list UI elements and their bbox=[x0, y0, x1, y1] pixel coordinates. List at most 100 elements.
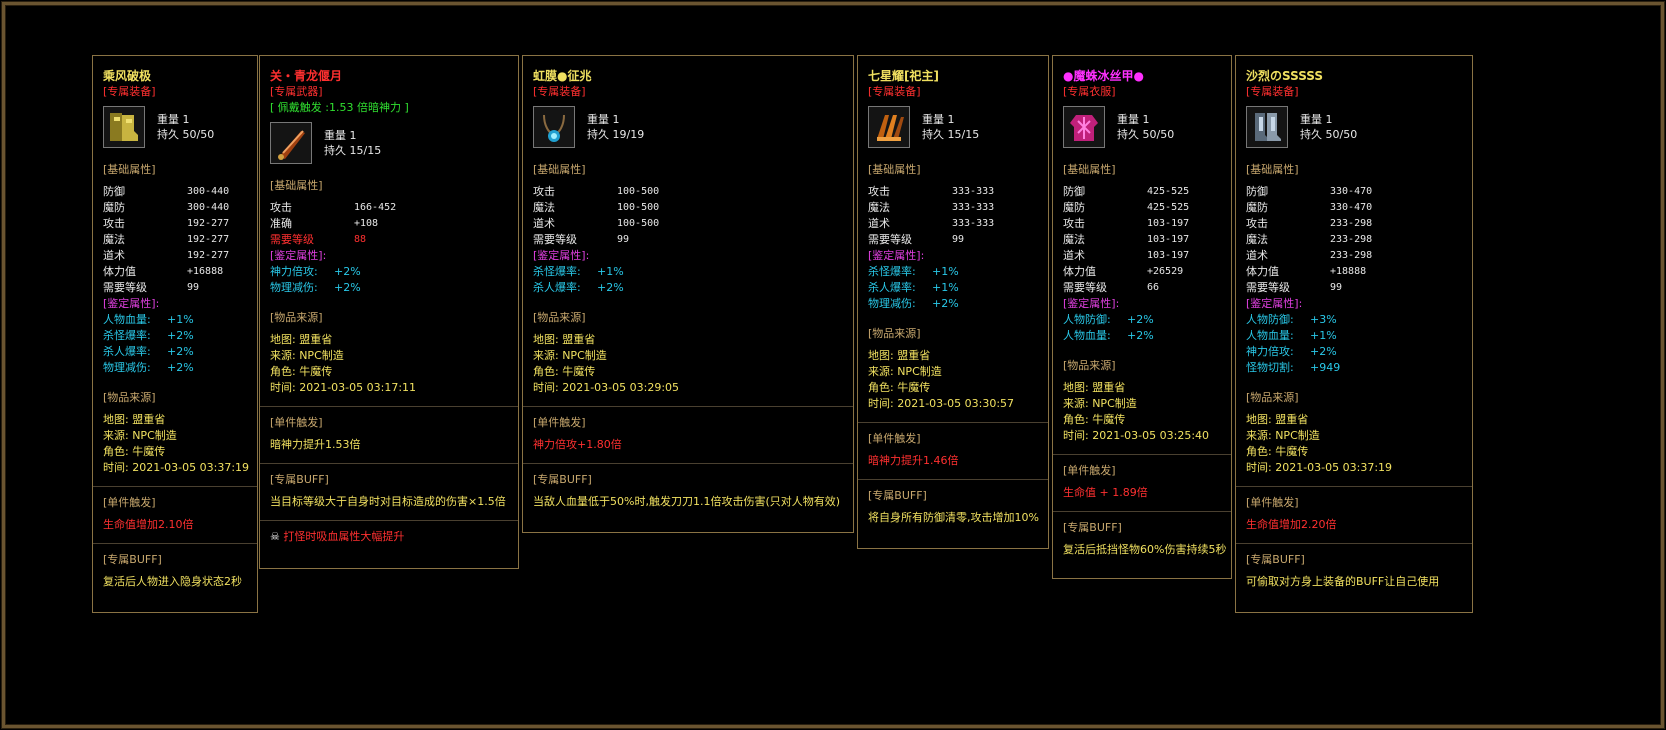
stat-value: 330-470 bbox=[1330, 202, 1373, 213]
boots-icon[interactable] bbox=[103, 106, 145, 148]
source-line: 来源: NPC制造 bbox=[1063, 397, 1137, 410]
source-line: 来源: NPC制造 bbox=[533, 349, 607, 362]
base-attr-label: [基础属性] bbox=[270, 179, 323, 192]
stat-key: 道术 bbox=[533, 217, 555, 230]
stat-value: 103-197 bbox=[1147, 250, 1190, 261]
item-card-5: ●魔蛛冰丝甲● [专属衣服] 重量 1 持久 50/50 [基础属性] 防御 42… bbox=[1052, 55, 1232, 579]
buff-text: 复活后人物进入隐身状态2秒 bbox=[103, 575, 242, 588]
greaves-icon[interactable] bbox=[1246, 106, 1288, 148]
stat-value: +26529 bbox=[1147, 266, 1184, 277]
item-title: 乘风破极 bbox=[103, 69, 152, 83]
divider bbox=[858, 479, 1048, 480]
source-line: 角色: 牛魔传 bbox=[533, 365, 596, 378]
source-line: 角色: 牛魔传 bbox=[103, 445, 166, 458]
source-label: [物品来源] bbox=[1063, 359, 1116, 372]
stat-list: 防御 300-440 魔防 300-440 攻击 192-277 魔法 192-277 … bbox=[103, 184, 247, 296]
ident-key: 物理减伤: bbox=[868, 297, 916, 310]
stat-value: 192-277 bbox=[187, 218, 230, 229]
ident-label: [鉴定属性]: bbox=[1246, 297, 1303, 310]
item-title: 七星耀[祀主] bbox=[868, 69, 939, 83]
ident-key: 怪物切割: bbox=[1246, 361, 1294, 374]
stat-value: 192-277 bbox=[187, 234, 230, 245]
buff-text: 可偷取对方身上装备的BUFF让自己使用 bbox=[1246, 575, 1440, 588]
blade-icon[interactable] bbox=[270, 122, 312, 164]
ident-key: 人物血量: bbox=[1246, 329, 1294, 342]
stat-value: 166-452 bbox=[354, 202, 397, 213]
item-weight: 重量 1 bbox=[1300, 113, 1333, 126]
stat-key: 准确 bbox=[270, 217, 292, 230]
item-durability: 持久 50/50 bbox=[157, 128, 215, 141]
source-line: 时间: 2021-03-05 03:37:19 bbox=[103, 461, 250, 474]
base-attr-label: [基础属性] bbox=[103, 163, 156, 176]
stat-key: 道术 bbox=[103, 249, 125, 262]
ident-key: 杀人爆率: bbox=[868, 281, 916, 294]
stat-key: 需要等级 bbox=[270, 233, 314, 246]
stat-value: +108 bbox=[354, 218, 379, 229]
ident-key: 人物血量: bbox=[103, 313, 151, 326]
stat-key: 攻击 bbox=[103, 217, 125, 230]
stat-key: 攻击 bbox=[1063, 217, 1085, 230]
source-label: [物品来源] bbox=[1246, 391, 1299, 404]
stat-key: 魔防 bbox=[1246, 201, 1268, 214]
stat-value: 103-197 bbox=[1147, 234, 1190, 245]
stat-key: 体力值 bbox=[1063, 265, 1096, 278]
stat-value: 100-500 bbox=[617, 186, 660, 197]
wear-trigger: [ 佩戴触发 :1.53 倍暗神力 ] bbox=[270, 101, 409, 114]
buff-text: 将自身所有防御清零,攻击增加10% bbox=[868, 511, 1039, 524]
stat-key: 道术 bbox=[1246, 249, 1268, 262]
stat-value: 100-500 bbox=[617, 218, 660, 229]
item-tag: [专属武器] bbox=[270, 85, 323, 98]
buff-text: 当目标等级大于自身时对目标造成的伤害×1.5倍 bbox=[270, 495, 506, 508]
buff-label: [专属BUFF] bbox=[103, 553, 162, 566]
divider bbox=[858, 422, 1048, 423]
buff-label: [专属BUFF] bbox=[533, 473, 592, 486]
item-weight: 重量 1 bbox=[324, 129, 357, 142]
ident-label: [鉴定属性]: bbox=[533, 249, 590, 262]
ident-label: [鉴定属性]: bbox=[1063, 297, 1120, 310]
source-line: 地图: 盟重省 bbox=[1246, 413, 1309, 426]
source-line: 角色: 牛魔传 bbox=[270, 365, 333, 378]
item-durability: 持久 15/15 bbox=[922, 128, 980, 141]
stat-key: 需要等级 bbox=[1246, 281, 1290, 294]
ident-value: +949 bbox=[1310, 361, 1341, 374]
divider bbox=[523, 406, 853, 407]
gauntlet-icon[interactable] bbox=[868, 106, 910, 148]
item-durability: 持久 50/50 bbox=[1300, 128, 1358, 141]
stat-value: 233-298 bbox=[1330, 250, 1373, 261]
source-line: 角色: 牛魔传 bbox=[1246, 445, 1309, 458]
stat-key: 魔法 bbox=[868, 201, 890, 214]
ident-key: 神力倍攻: bbox=[270, 265, 318, 278]
divider bbox=[1053, 454, 1231, 455]
ident-key: 人物防御: bbox=[1246, 313, 1294, 326]
item-title: 沙烈のSSSSS bbox=[1246, 69, 1324, 83]
armor-icon[interactable] bbox=[1063, 106, 1105, 148]
source-line: 时间: 2021-03-05 03:17:11 bbox=[270, 381, 417, 394]
ident-value: +2% bbox=[1310, 345, 1337, 358]
trigger-text: 生命值增加2.20倍 bbox=[1246, 518, 1337, 531]
ident-value: +2% bbox=[1127, 313, 1154, 326]
item-card-1: 乘风破极 [专属装备] 重量 1 持久 50/50 [基础属性] 防御 300-4… bbox=[92, 55, 258, 613]
item-title: 虹膜●征兆 bbox=[533, 69, 592, 83]
ident-label: [鉴定属性]: bbox=[270, 249, 327, 262]
buff-text: 复活后抵挡怪物60%伤害持续5秒 bbox=[1063, 543, 1227, 556]
special-line: ☠ 打怪时吸血属性大幅提升 bbox=[270, 529, 508, 545]
trigger-text: 暗神力提升1.46倍 bbox=[868, 454, 959, 467]
ident-value: +2% bbox=[334, 265, 361, 278]
necklace-icon[interactable] bbox=[533, 106, 575, 148]
stat-value: 103-197 bbox=[1147, 218, 1190, 229]
stat-key: 攻击 bbox=[868, 185, 890, 198]
item-durability: 持久 15/15 bbox=[324, 144, 382, 157]
ident-value: +2% bbox=[597, 281, 624, 294]
trigger-text: 生命值 + 1.89倍 bbox=[1063, 486, 1148, 499]
divider bbox=[260, 520, 518, 521]
source-line: 地图: 盟重省 bbox=[1063, 381, 1126, 394]
source-line: 时间: 2021-03-05 03:25:40 bbox=[1063, 429, 1210, 442]
ident-value: +2% bbox=[932, 297, 959, 310]
stat-value: 100-500 bbox=[617, 202, 660, 213]
source-label: [物品来源] bbox=[868, 327, 921, 340]
buff-label: [专属BUFF] bbox=[1063, 521, 1122, 534]
base-attr-label: [基础属性] bbox=[1063, 163, 1116, 176]
trigger-label: [单件触发] bbox=[103, 496, 156, 509]
source-label: [物品来源] bbox=[533, 311, 586, 324]
item-card-6: 沙烈のSSSSS [专属装备] 重量 1 持久 50/50 [基础属性] 防御 3… bbox=[1235, 55, 1473, 613]
